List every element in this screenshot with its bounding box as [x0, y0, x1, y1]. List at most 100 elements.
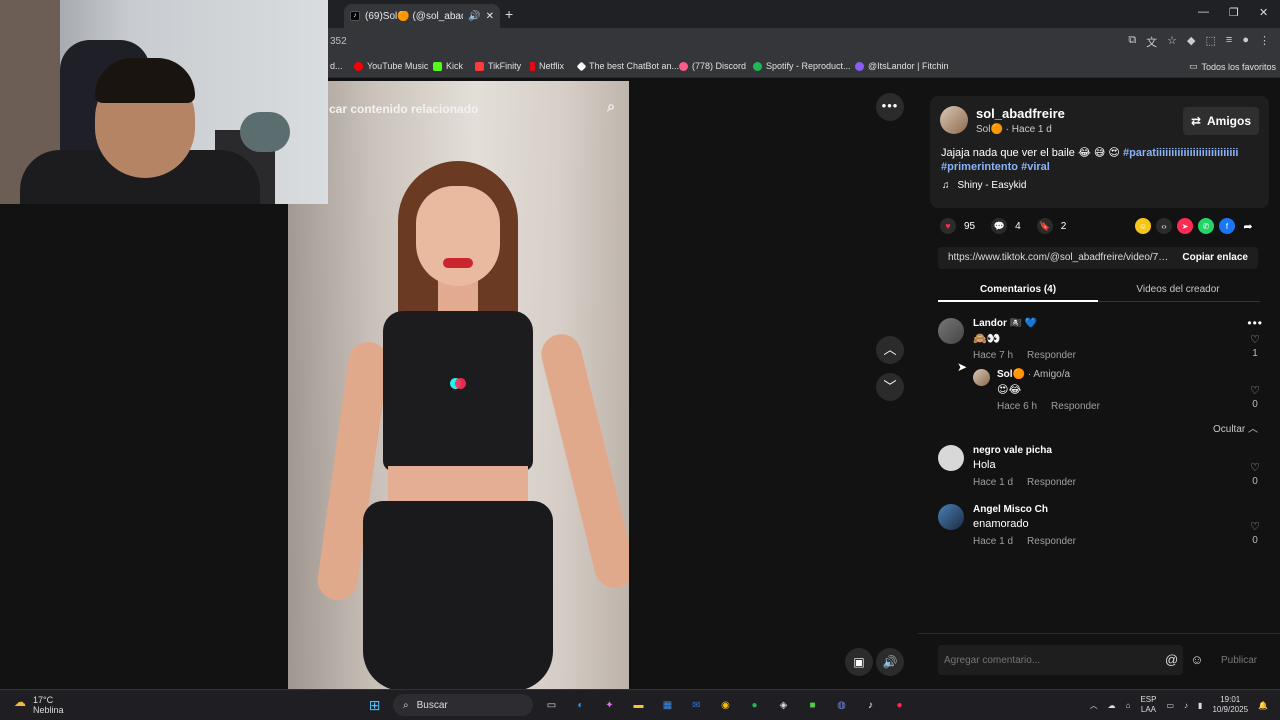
commenter-avatar[interactable]	[973, 369, 990, 386]
discord-icon[interactable]: ◍	[831, 695, 852, 716]
bookmark-discord[interactable]: (778) Discord	[679, 61, 746, 71]
menu-icon[interactable]: ⋮	[1259, 34, 1270, 50]
embed-icon[interactable]: ‹›	[1156, 218, 1172, 234]
reply-button[interactable]: Responder	[1027, 536, 1076, 547]
bookmark-chatbot[interactable]: The best ChatBot an...	[576, 61, 679, 71]
extensions-icon[interactable]: ⬚	[1206, 34, 1216, 50]
music-title[interactable]: Shiny - Easykid	[958, 180, 1027, 191]
creator-avatar[interactable]	[940, 106, 968, 134]
language-indicator[interactable]: ESP LAA	[1140, 695, 1156, 715]
battery-icon[interactable]: ▮	[1198, 701, 1202, 710]
share-arrow-icon[interactable]: ➦	[1240, 218, 1256, 234]
bookmark-icon[interactable]: 🔖	[1036, 218, 1053, 234]
reply-button[interactable]: Responder	[1027, 477, 1076, 488]
windows-start-icon[interactable]: ⊞	[364, 695, 385, 716]
commenter-name[interactable]: Sol🟠 · Amigo/a	[997, 369, 1070, 380]
close-window-button[interactable]: ✕	[1259, 6, 1268, 19]
commenter-name[interactable]: Angel Misco Ch	[973, 504, 1048, 515]
reading-list-icon[interactable]: ≡	[1226, 34, 1232, 50]
comment-icon[interactable]: 💬	[991, 218, 1008, 234]
bookmark-item[interactable]: d...	[330, 61, 343, 71]
reply-button[interactable]: Responder	[1027, 350, 1076, 361]
bookmark-spotify[interactable]: Spotify - Reproduct...	[753, 61, 851, 71]
display-icon[interactable]: ▭	[1166, 701, 1174, 710]
whatsapp-icon[interactable]: ✆	[1198, 218, 1214, 234]
related-search-text[interactable]: car contenido relacionado	[329, 102, 478, 116]
url-text[interactable]: 352	[330, 36, 347, 47]
spotify-icon[interactable]: ●	[744, 695, 765, 716]
commenter-name[interactable]: negro vale picha	[973, 445, 1052, 456]
browser-tab[interactable]: ♪ (69)Sol🟠 (@sol_abadfreire 🔊 ✕	[344, 4, 500, 28]
tab-creator-videos[interactable]: Videos del creador	[1098, 284, 1258, 295]
copy-link-button[interactable]: Copiar enlace	[1182, 252, 1248, 263]
bookmark-all-favorites[interactable]: ▭ Todos los favoritos	[1189, 61, 1276, 72]
publish-button[interactable]: Publicar	[1221, 655, 1257, 666]
commenter-avatar[interactable]	[938, 318, 964, 344]
comment-like-button[interactable]: ♡ 0	[1247, 384, 1263, 410]
chevron-up-icon[interactable]: ︿	[1090, 700, 1098, 711]
volume-button[interactable]: 🔊	[876, 648, 904, 676]
heart-icon[interactable]: ♥	[940, 218, 956, 234]
cloud-icon[interactable]: ☁	[1108, 701, 1116, 710]
comment-like-button[interactable]: ♡ 0	[1247, 520, 1263, 546]
network-icon[interactable]: ⌂	[1126, 701, 1131, 710]
reply-button[interactable]: Responder	[1051, 401, 1100, 412]
commenter-name[interactable]: Landor 🏴‍☠️ 💙	[973, 318, 1037, 329]
music-info[interactable]: ♫ Shiny - Easykid	[942, 180, 1026, 191]
commenter-avatar[interactable]	[938, 445, 964, 471]
bookmark-youtube-music[interactable]: YouTube Music	[354, 61, 428, 71]
previous-video-button[interactable]: ︿	[876, 336, 904, 364]
tab-comments[interactable]: Comentarios (4)	[938, 284, 1098, 295]
new-tab-button[interactable]: +	[505, 6, 513, 22]
hide-replies-button[interactable]: Ocultar ︿	[1213, 420, 1258, 435]
restore-button[interactable]: ❐	[1229, 6, 1239, 19]
copilot-icon[interactable]: ✦	[599, 695, 620, 716]
comment-like-button[interactable]: ♡ 0	[1247, 461, 1263, 487]
hashtag-link[interactable]: #paratiiiiiiiiiiiiiiiiiiiiiiiiiii	[1123, 147, 1239, 159]
facebook-icon[interactable]: f	[1219, 218, 1235, 234]
more-options-button[interactable]: •••	[876, 93, 904, 121]
emoji-share-icon[interactable]: ☺	[1135, 218, 1151, 234]
share-link-url[interactable]: https://www.tiktok.com/@sol_abadfreire/v…	[948, 252, 1172, 263]
volume-icon[interactable]: ♪	[1184, 701, 1188, 710]
outlook-icon[interactable]: ✉	[686, 695, 707, 716]
chrome-icon[interactable]: ◉	[715, 695, 736, 716]
comment-like-button[interactable]: ♡ 1	[1247, 333, 1263, 359]
star-icon[interactable]: ☆	[1167, 34, 1177, 50]
next-video-button[interactable]: ﹀	[876, 373, 904, 401]
task-view-icon[interactable]: ▭	[541, 695, 562, 716]
close-tab-icon[interactable]: ✕	[486, 11, 494, 22]
creator-username[interactable]: sol_abadfreire	[976, 106, 1065, 121]
hashtag-link[interactable]: #primerintento	[941, 161, 1018, 173]
extension-diamond-icon[interactable]: ◆	[1187, 34, 1195, 50]
send-icon[interactable]: ➤	[1177, 218, 1193, 234]
clock[interactable]: 19:01 10/9/2025	[1212, 695, 1248, 715]
translate-icon[interactable]: 文	[1146, 34, 1157, 50]
taskbar-search[interactable]: ⌕ Buscar	[393, 694, 533, 716]
bookmark-fitchin[interactable]: @ItsLandor | Fitchin	[855, 61, 949, 71]
pip-button[interactable]: ▣	[845, 648, 873, 676]
tiktok-icon[interactable]: ♪	[860, 695, 881, 716]
minecraft-icon[interactable]: ■	[802, 695, 823, 716]
search-icon[interactable]: ⌕	[607, 98, 615, 115]
friends-button[interactable]: ⇄ Amigos	[1183, 107, 1259, 135]
minimize-button[interactable]: —	[1198, 6, 1209, 18]
notification-app-icon[interactable]: ●	[889, 695, 910, 716]
bookmark-netflix[interactable]: Netflix	[530, 61, 564, 71]
cast-icon[interactable]: ⧉	[1128, 34, 1136, 50]
speaker-icon[interactable]: 🔊	[468, 11, 480, 22]
bookmark-kick[interactable]: Kick	[433, 61, 463, 71]
notification-bell-icon[interactable]: 🔔	[1258, 701, 1268, 710]
store-icon[interactable]: ▦	[657, 695, 678, 716]
edge-icon[interactable]: ◐	[570, 695, 591, 716]
weather-widget[interactable]: ☁ 17°C Neblina	[14, 695, 64, 715]
emoji-icon[interactable]: ☺	[1190, 652, 1203, 667]
bookmark-tikfinity[interactable]: TikFinity	[475, 61, 521, 71]
commenter-avatar[interactable]	[938, 504, 964, 530]
comment-more-icon[interactable]: •••	[1247, 316, 1263, 330]
mention-icon[interactable]: @	[1165, 652, 1178, 667]
profile-icon[interactable]: ●	[1242, 34, 1249, 50]
file-explorer-icon[interactable]: ▬	[628, 695, 649, 716]
related-search-bar[interactable]: car contenido relacionado ⌕	[329, 95, 619, 123]
hashtag-link[interactable]: #viral	[1021, 161, 1050, 173]
